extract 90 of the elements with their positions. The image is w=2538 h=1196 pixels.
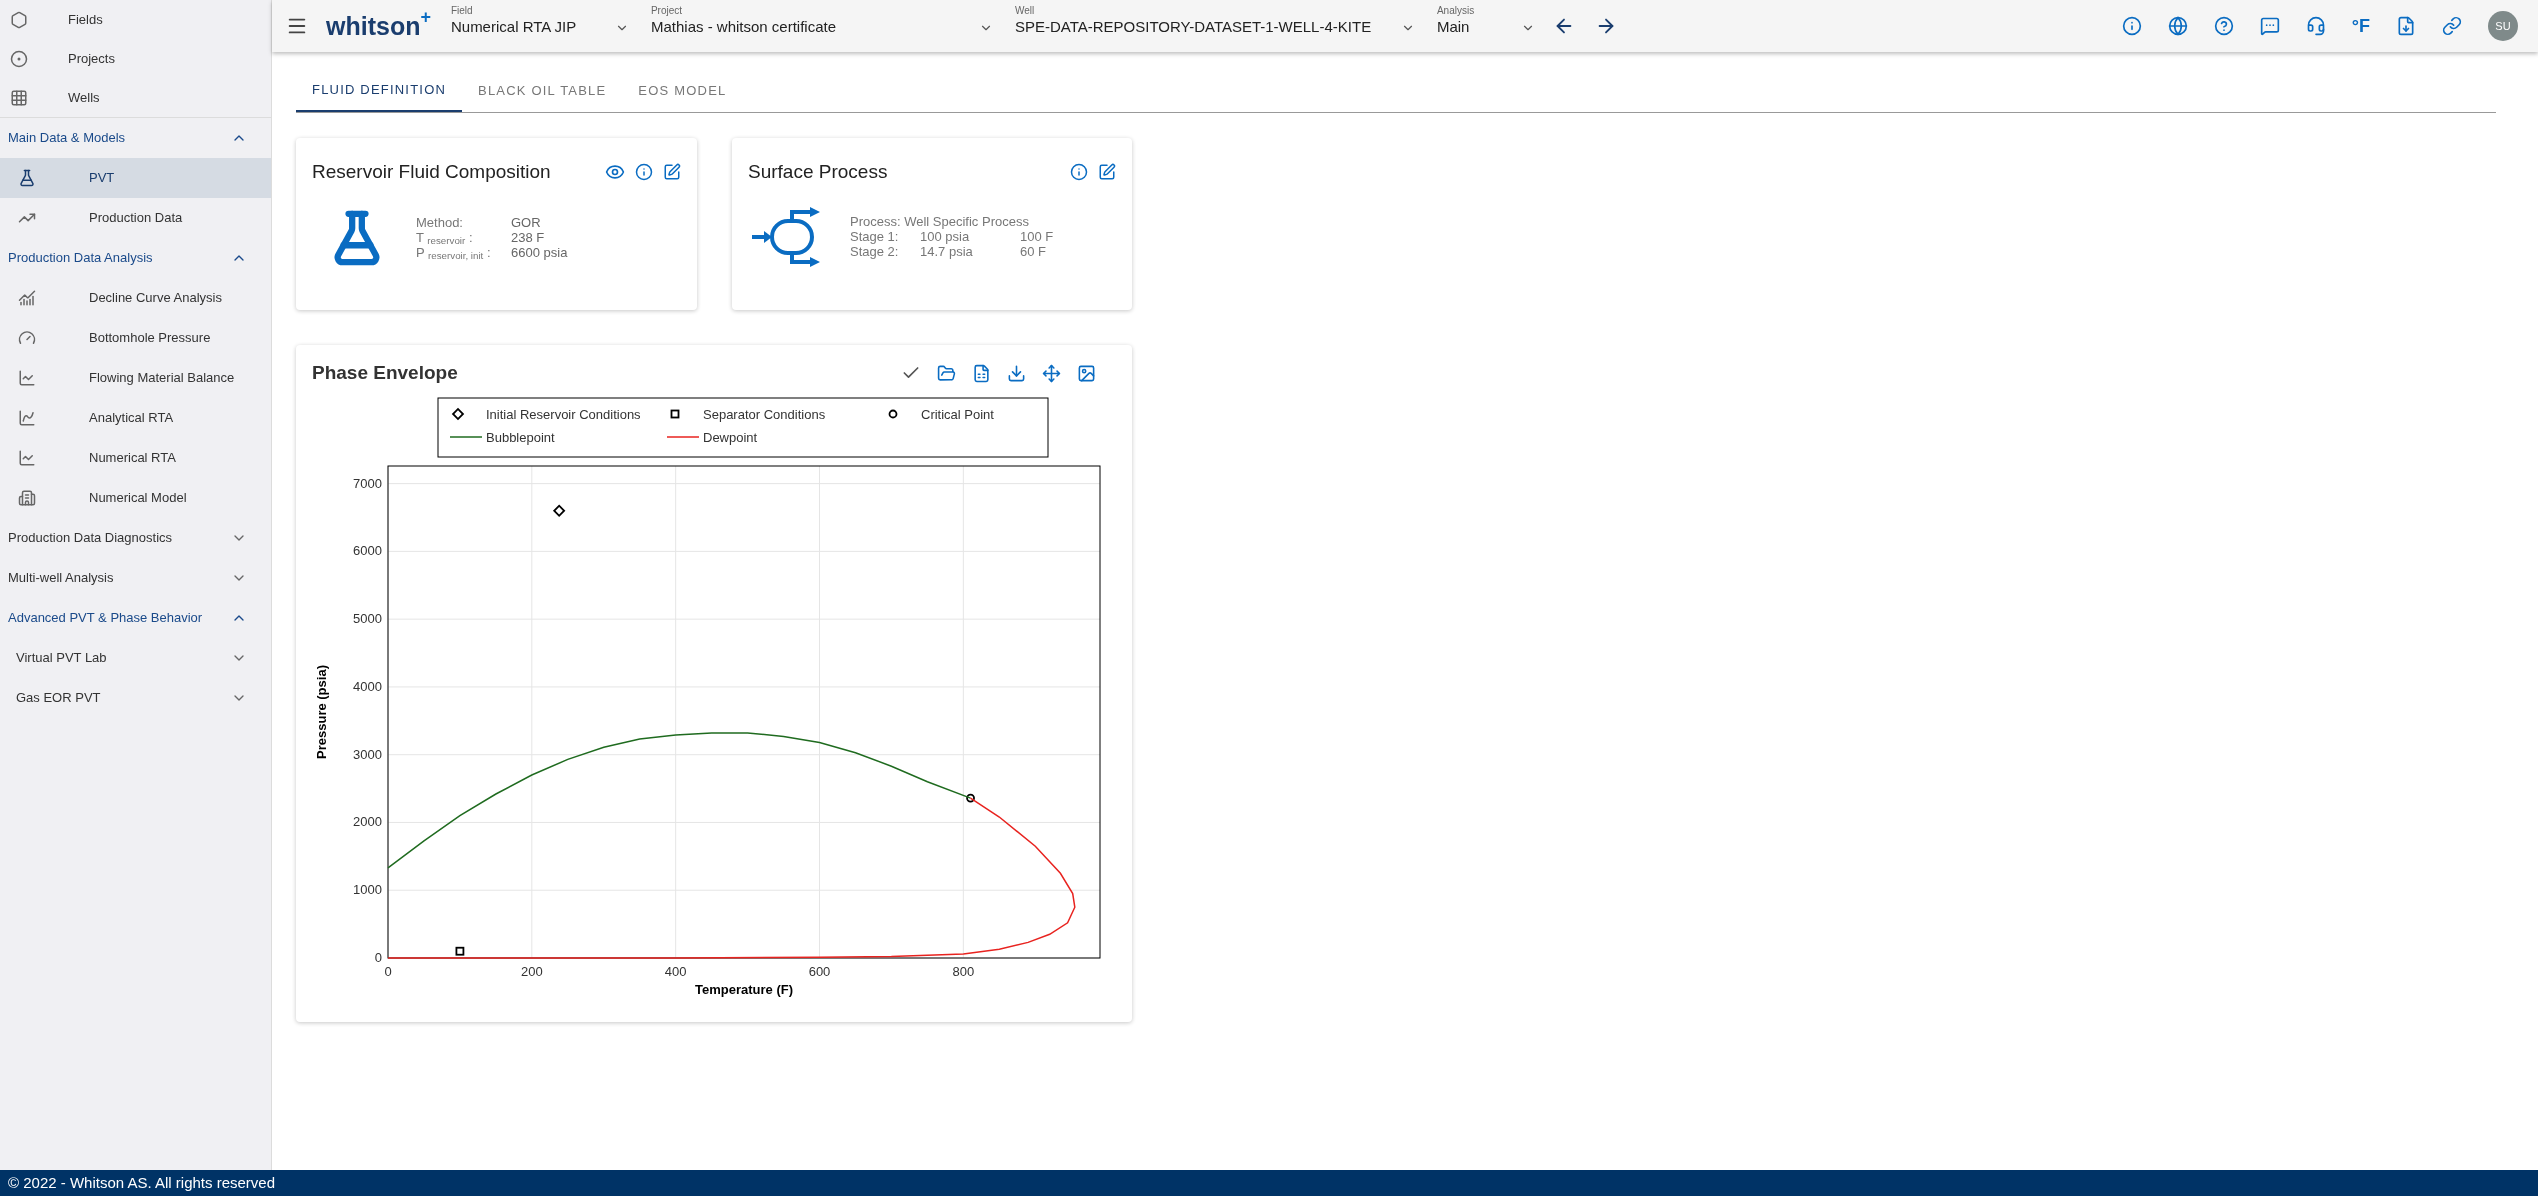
legend-label: Initial Reservoir Conditions xyxy=(486,406,641,422)
sidebar-item[interactable]: Production Data xyxy=(0,198,271,238)
field-value: GOR xyxy=(511,215,542,230)
stage-temperature: 60 F xyxy=(1020,244,1047,259)
info-icon[interactable] xyxy=(1070,163,1088,182)
field-label: Project xyxy=(650,6,683,16)
download-icon[interactable] xyxy=(1007,363,1026,383)
sidebar-item[interactable]: Fields xyxy=(0,0,271,39)
edit-icon[interactable] xyxy=(1098,163,1116,182)
fit-view-icon[interactable] xyxy=(1042,363,1061,383)
headset-icon[interactable] xyxy=(2305,16,2326,36)
sidebar-item[interactable]: Numerical RTA xyxy=(0,438,271,478)
sidebar-item[interactable]: Flowing Material Balance xyxy=(0,358,271,398)
select-field[interactable]: Field Numerical RTA JIP xyxy=(450,4,629,48)
image-icon[interactable] xyxy=(1077,363,1096,383)
sidebar-item[interactable]: Bottomhole Pressure xyxy=(0,318,271,358)
tick-label: 6000 xyxy=(353,542,382,558)
legend-label: Dewpoint xyxy=(703,429,758,445)
stage-pressure: 14.7 psia xyxy=(920,244,974,259)
card-title: Phase Envelope xyxy=(312,361,458,385)
tick-label: 3000 xyxy=(353,746,382,762)
card-title: Reservoir Fluid Composition xyxy=(312,160,551,184)
unit-button[interactable]: °F xyxy=(2351,17,2370,35)
help-icon[interactable] xyxy=(2213,16,2234,36)
globe-icon[interactable] xyxy=(2167,16,2188,36)
sidebar-item[interactable]: PVT xyxy=(0,158,271,198)
field-label: P $_{reservoir, init}$ : xyxy=(416,245,492,260)
axis-title: Temperature (F) xyxy=(695,981,793,997)
sidebar-item[interactable]: Wells xyxy=(0,78,271,117)
nav-icon xyxy=(10,88,28,107)
section-header[interactable]: Production Data Diagnostics xyxy=(0,518,271,558)
sidebar-item[interactable]: Decline Curve Analysis xyxy=(0,278,271,318)
tick-label: 0 xyxy=(374,949,382,965)
folder-icon[interactable] xyxy=(937,363,956,383)
stage-label: Stage 1: xyxy=(850,229,900,244)
sidebar-item[interactable]: Numerical Model xyxy=(0,478,271,518)
sidebar-group[interactable]: Gas EOR PVT xyxy=(0,678,271,718)
file-download-icon[interactable] xyxy=(2396,16,2416,36)
tick-label: 1000 xyxy=(353,881,382,897)
field-value: 6600 psia xyxy=(511,245,568,260)
edit-icon[interactable] xyxy=(663,163,681,182)
select-field[interactable]: Analysis Main xyxy=(1436,4,1535,48)
legend-line xyxy=(449,435,483,438)
tick-label: 600 xyxy=(808,963,831,979)
tab[interactable]: BLACK OIL TABLE xyxy=(462,69,623,112)
sidebar-group[interactable]: Virtual PVT Lab xyxy=(0,638,271,678)
section-header[interactable]: Main Data & Models xyxy=(0,118,271,158)
tick-label: 5000 xyxy=(353,610,382,626)
tick-label: 2000 xyxy=(353,813,382,829)
axis-title: Pressure (psia) xyxy=(314,664,329,759)
field-label: Analysis xyxy=(1436,6,1475,16)
card-title: Surface Process xyxy=(748,160,888,184)
legend-label: Separator Conditions xyxy=(703,406,826,422)
select-field[interactable]: Project Mathias - whitson certificate xyxy=(650,4,993,48)
tick-label: 4000 xyxy=(353,678,382,694)
legend-label: Critical Point xyxy=(921,406,994,422)
link-icon[interactable] xyxy=(2442,16,2462,36)
field-label: Well xyxy=(1014,6,1035,16)
sidebar-item[interactable]: Projects xyxy=(0,39,271,78)
copyright-text: © 2022 - Whitson AS. All rights reserved xyxy=(8,1172,275,1193)
nav-icon xyxy=(10,10,28,29)
section-header[interactable]: Advanced PVT & Phase Behavior xyxy=(0,598,271,638)
logo: whitson+ xyxy=(326,13,431,39)
process-text: Process: Well Specific Process xyxy=(850,214,1030,229)
field-value: 238 F xyxy=(511,230,546,245)
tick-label: 0 xyxy=(384,963,392,979)
feedback-icon[interactable] xyxy=(2259,16,2280,36)
field-label: Field xyxy=(450,6,473,16)
select-field[interactable]: Well SPE-DATA-REPOSITORY-DATASET-1-WELL-4-KITE xyxy=(1014,4,1415,48)
legend-line xyxy=(666,435,700,438)
stage-pressure: 100 psia xyxy=(920,229,971,244)
tab[interactable]: EOS MODEL xyxy=(622,69,743,112)
tick-label: 800 xyxy=(952,963,975,979)
stage-temperature: 100 F xyxy=(1020,229,1054,244)
avatar[interactable]: SU xyxy=(2488,11,2518,41)
section-header[interactable]: Production Data Analysis xyxy=(0,238,271,278)
spreadsheet-icon[interactable] xyxy=(972,363,991,383)
tick-label: 7000 xyxy=(353,475,382,491)
nav-icon xyxy=(10,49,28,68)
field-label: Method: xyxy=(416,215,464,230)
legend-label: Bubblepoint xyxy=(486,429,555,445)
tab[interactable]: FLUID DEFINITION xyxy=(296,69,463,112)
tick-label: 400 xyxy=(664,963,687,979)
info-icon[interactable] xyxy=(2121,16,2142,36)
info-icon[interactable] xyxy=(635,163,653,182)
section-header[interactable]: Multi-well Analysis xyxy=(0,558,271,598)
field-label: T $_{reservoir}$ : xyxy=(416,230,474,245)
stage-label: Stage 2: xyxy=(850,244,900,259)
sidebar-item[interactable]: Analytical RTA xyxy=(0,398,271,438)
tick-label: 200 xyxy=(521,963,543,979)
